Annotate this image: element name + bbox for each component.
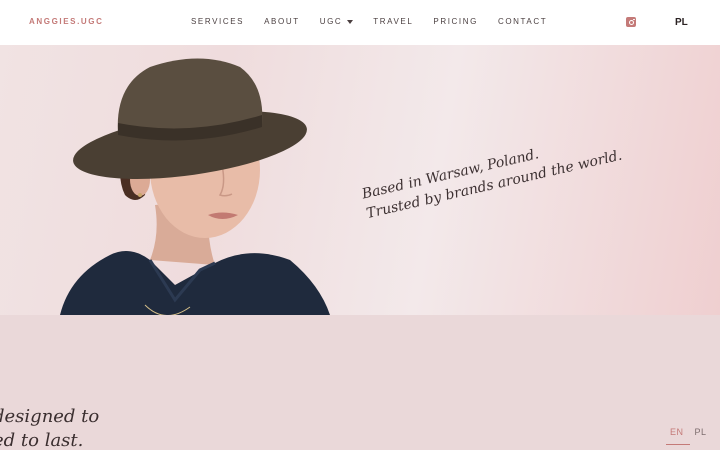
main-nav: SERVICES ABOUT UGC TRAVEL PRICING CONTAC… [191,17,547,26]
heading-line-1: designed to [0,406,100,427]
nav-item-travel[interactable]: TRAVEL [373,17,413,26]
nav-item-contact[interactable]: CONTACT [498,17,547,26]
nav-item-about[interactable]: ABOUT [264,17,300,26]
intro-section: designed to ed to last. [0,315,720,450]
nav-item-pricing[interactable]: PRICING [433,17,478,26]
hero-tagline: Based in Warsaw, Poland. Trusted by bran… [360,126,624,224]
heading-line-2: ed to last. [0,430,84,450]
hero-portrait-image [60,58,330,315]
chevron-down-icon [347,19,354,24]
lang-option-pl[interactable]: PL [695,427,707,437]
section-heading: designed to ed to last. [0,405,99,450]
language-switch: EN PL [666,427,707,445]
nav-item-ugc[interactable]: UGC [320,17,354,26]
instagram-icon[interactable] [626,17,636,27]
nav-item-services[interactable]: SERVICES [191,17,244,26]
site-header: ANGGIES.UGC SERVICES ABOUT UGC TRAVEL PR… [0,0,720,45]
lang-option-en[interactable]: EN [666,427,690,445]
brand-logo[interactable]: ANGGIES.UGC [29,17,104,26]
language-toggle-pl[interactable]: PL [675,17,688,28]
hero-section: Based in Warsaw, Poland. Trusted by bran… [0,45,720,315]
